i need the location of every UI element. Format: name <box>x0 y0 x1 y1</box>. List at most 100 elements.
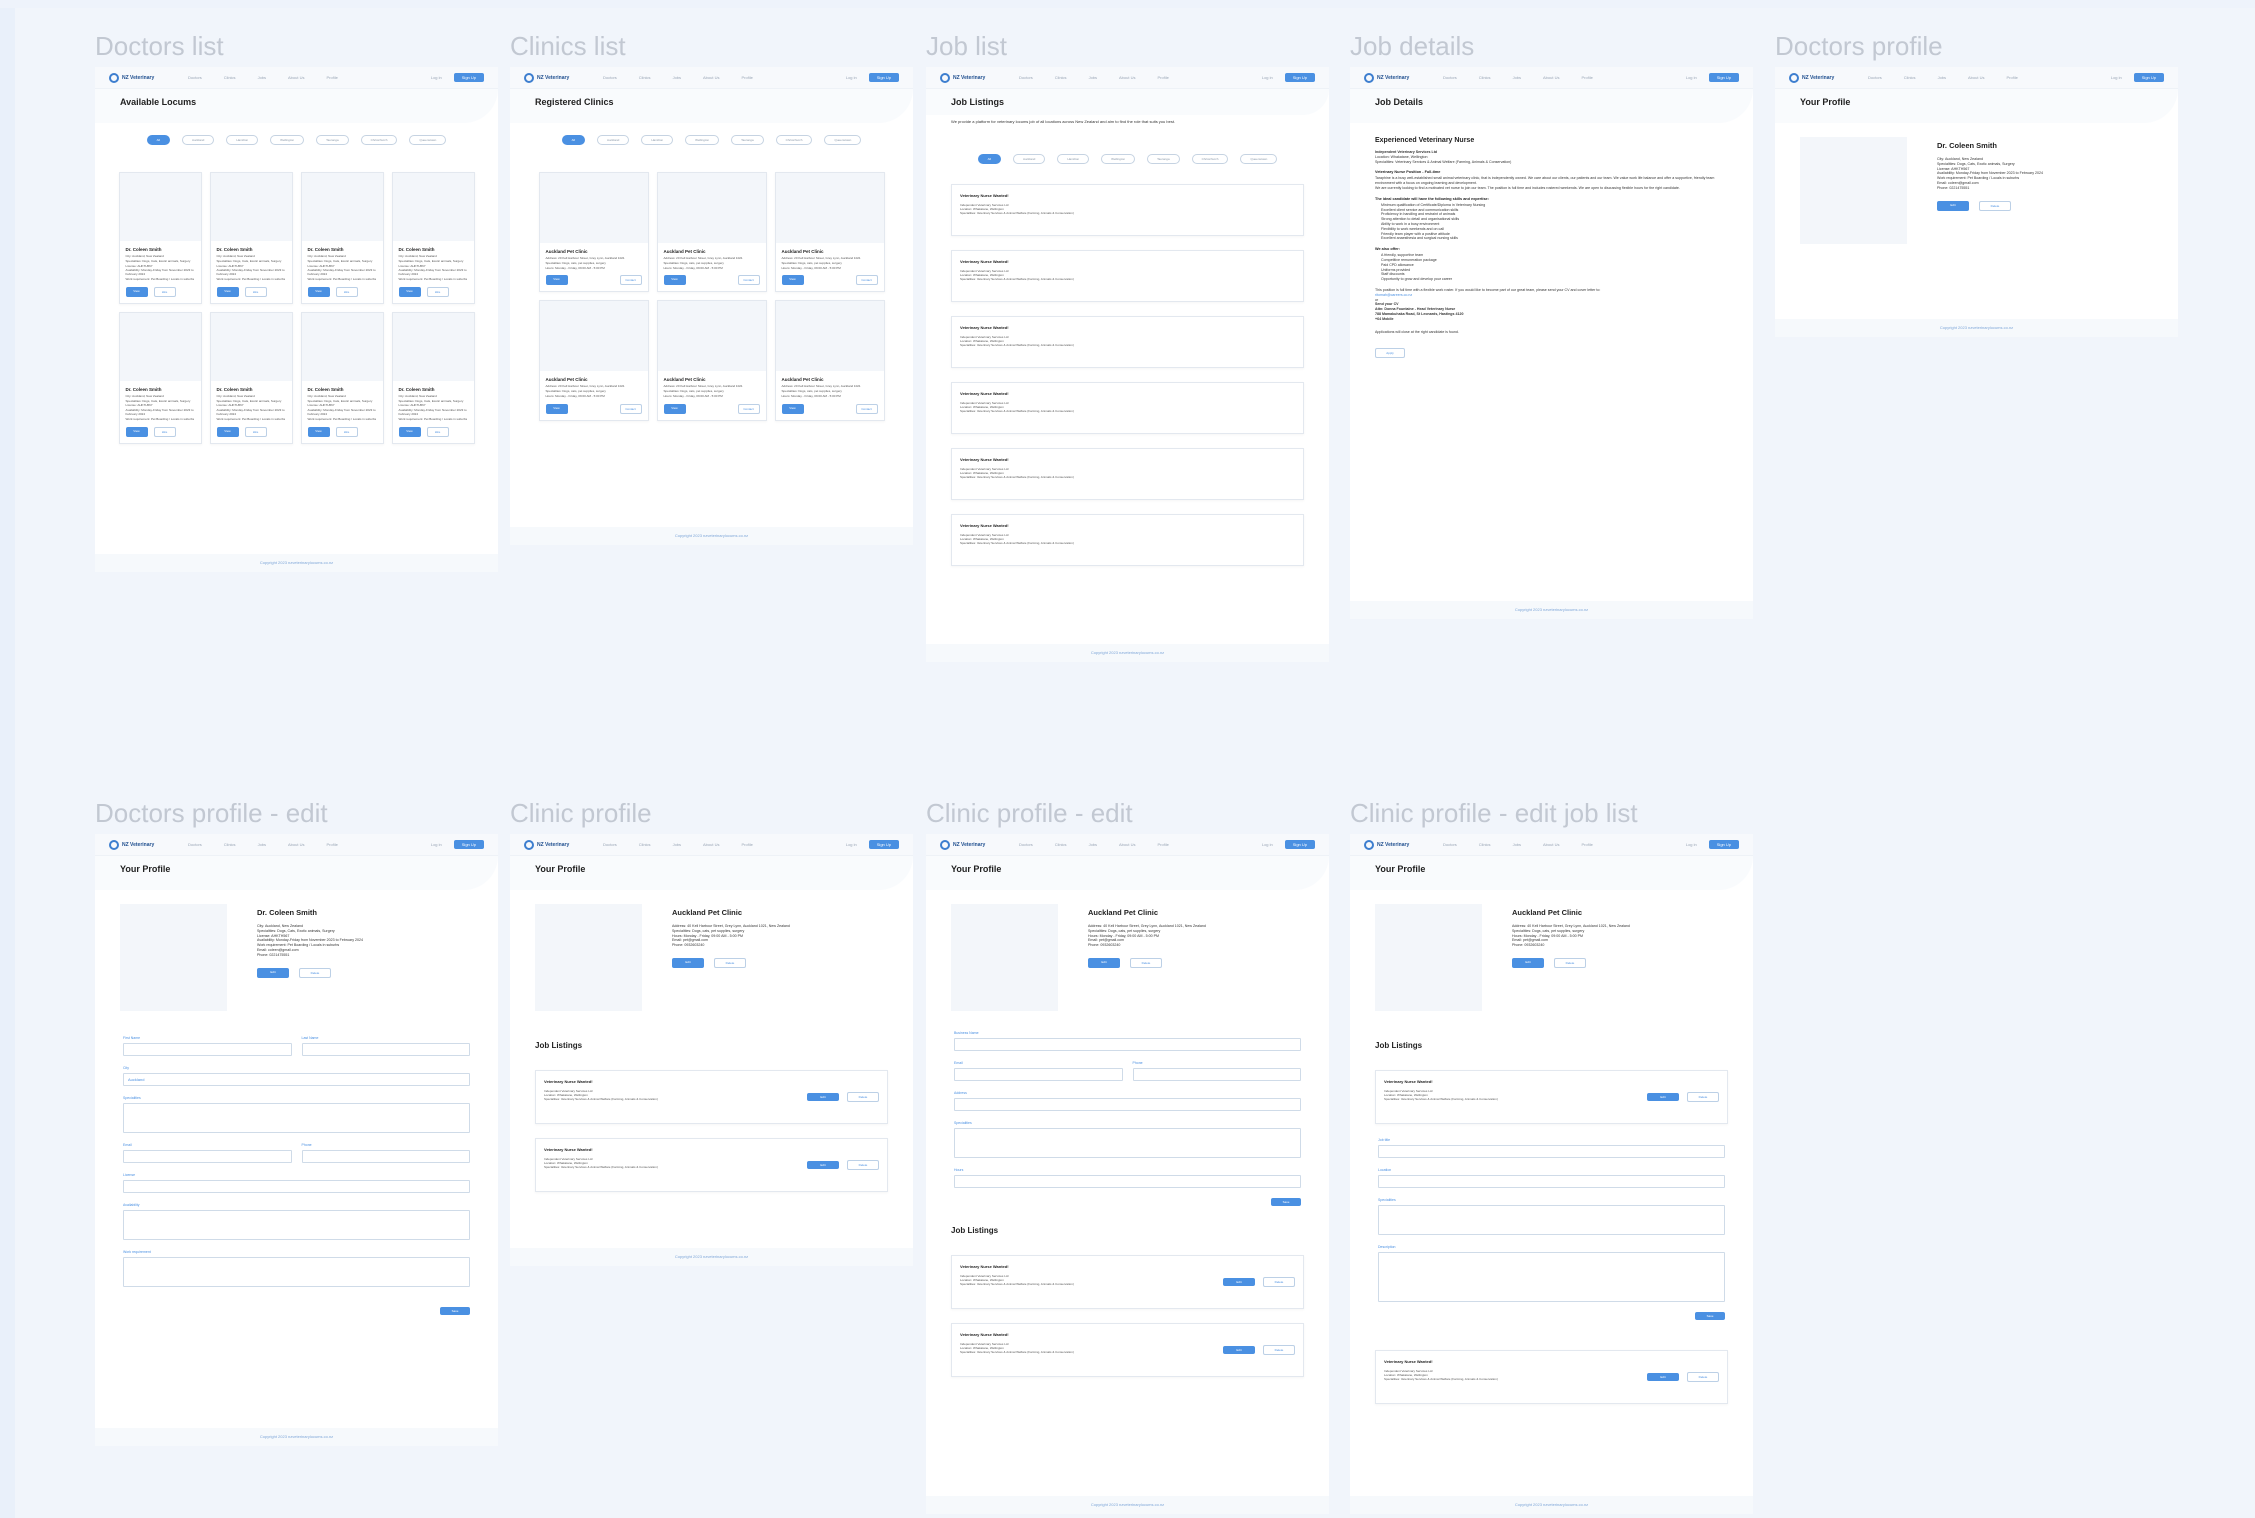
contact-button[interactable]: Contact <box>855 403 878 414</box>
signup-button[interactable]: Sign Up <box>1708 73 1739 82</box>
nav-link[interactable]: Clinics <box>1479 842 1491 847</box>
job-card[interactable]: Veterinary Nurse Wanted! Independent Vete… <box>951 514 1304 566</box>
contact-button[interactable]: Contact <box>737 403 760 414</box>
nav-link[interactable]: Doctors <box>1019 842 1033 847</box>
email-input[interactable] <box>954 1068 1123 1081</box>
delete-button[interactable]: Delete <box>714 957 746 968</box>
city-input[interactable]: Auckland <box>123 1073 470 1086</box>
hire-button[interactable]: Hire <box>153 286 176 297</box>
nav-link[interactable]: Clinics <box>1055 75 1067 80</box>
filter-chip[interactable]: Tauranga <box>316 135 349 145</box>
nav-link[interactable]: Jobs <box>1089 75 1097 80</box>
view-button[interactable]: View <box>216 286 239 297</box>
specialities-input[interactable] <box>954 1128 1301 1158</box>
job-edit-button[interactable]: Edit <box>1647 1373 1679 1381</box>
nav-link[interactable]: Jobs <box>673 842 681 847</box>
nav-link[interactable]: About Us <box>703 842 719 847</box>
nav-link[interactable]: About Us <box>1119 842 1135 847</box>
login-button[interactable]: Log in <box>1678 840 1705 849</box>
hire-button[interactable]: Hire <box>426 426 449 437</box>
availability-input[interactable] <box>123 1210 470 1240</box>
edit-button[interactable]: Edit <box>1512 957 1544 968</box>
nav-link[interactable]: Clinics <box>1479 75 1491 80</box>
nav-link[interactable]: Doctors <box>1868 75 1882 80</box>
nav-link[interactable]: Clinics <box>224 842 236 847</box>
edit-button[interactable]: Edit <box>257 967 289 978</box>
nav-link[interactable]: Jobs <box>673 75 681 80</box>
phone-input[interactable] <box>301 1150 470 1163</box>
filter-chip[interactable]: Hamilton <box>226 135 259 145</box>
filter-chip[interactable]: Queenstown <box>824 135 862 145</box>
login-button[interactable]: Log in <box>838 840 865 849</box>
view-button[interactable]: View <box>781 403 804 414</box>
delete-button[interactable]: Delete <box>1554 957 1586 968</box>
filter-chip[interactable]: Auckland <box>596 135 630 145</box>
logo[interactable]: NZ Veterinary <box>1364 839 1430 850</box>
save-button[interactable]: Save <box>1271 1198 1301 1206</box>
phone-input[interactable] <box>1132 1068 1301 1081</box>
nav-link[interactable]: About Us <box>1543 75 1559 80</box>
logo[interactable]: NZ Veterinary <box>940 72 1006 83</box>
job-card[interactable]: Veterinary Nurse Wanted! Independent Vete… <box>951 250 1304 302</box>
login-button[interactable]: Log in <box>1254 73 1281 82</box>
login-button[interactable]: Log in <box>423 840 450 849</box>
job-edit-button[interactable]: Edit <box>807 1161 839 1169</box>
nav-link[interactable]: About Us <box>703 75 719 80</box>
signup-button[interactable]: Sign Up <box>1284 73 1315 82</box>
nav-link[interactable]: Jobs <box>1089 842 1097 847</box>
nav-link[interactable]: Doctors <box>603 75 617 80</box>
job-delete-button[interactable]: Delete <box>847 1092 879 1102</box>
filter-chip[interactable]: Christchurch <box>1191 154 1229 164</box>
filter-chip[interactable]: Wellington <box>685 135 720 145</box>
nav-link[interactable]: Doctors <box>1443 75 1457 80</box>
signup-button[interactable]: Sign Up <box>453 73 484 82</box>
first-name-input[interactable] <box>123 1043 292 1056</box>
nav-link[interactable]: Jobs <box>1513 75 1521 80</box>
view-button[interactable]: View <box>398 426 421 437</box>
login-button[interactable]: Log in <box>2103 73 2130 82</box>
nav-link[interactable]: About Us <box>1543 842 1559 847</box>
view-button[interactable]: View <box>125 426 148 437</box>
view-button[interactable]: View <box>216 426 239 437</box>
logo[interactable]: NZ Veterinary <box>1789 72 1855 83</box>
logo[interactable]: NZ Veterinary <box>524 72 590 83</box>
job-card[interactable]: Veterinary Nurse Wanted! Independent Vete… <box>951 184 1304 236</box>
nav-link[interactable]: About Us <box>288 842 304 847</box>
nav-link[interactable]: Profile <box>1157 75 1168 80</box>
nav-link[interactable]: Profile <box>1581 842 1592 847</box>
job-edit-button[interactable]: Edit <box>1223 1278 1255 1286</box>
filter-chip[interactable]: Tauranga <box>731 135 764 145</box>
nav-link[interactable]: Profile <box>326 842 337 847</box>
signup-button[interactable]: Sign Up <box>1284 840 1315 849</box>
nav-link[interactable]: Jobs <box>258 75 266 80</box>
delete-button[interactable]: Delete <box>299 967 331 978</box>
filter-chip[interactable]: All <box>561 135 585 145</box>
nav-link[interactable]: Profile <box>1581 75 1592 80</box>
edit-button[interactable]: Edit <box>1088 957 1120 968</box>
nav-link[interactable]: Doctors <box>188 842 202 847</box>
nav-link[interactable]: Profile <box>741 75 752 80</box>
filter-chip[interactable]: Wellington <box>1101 154 1136 164</box>
specialities-input[interactable] <box>123 1103 470 1133</box>
nav-link[interactable]: Profile <box>2006 75 2017 80</box>
nav-link[interactable]: Profile <box>1157 842 1168 847</box>
filter-chip[interactable]: Auckland <box>181 135 215 145</box>
job-title-input[interactable] <box>1378 1145 1725 1158</box>
nav-link[interactable]: About Us <box>1119 75 1135 80</box>
nav-link[interactable]: Doctors <box>1443 842 1457 847</box>
view-button[interactable]: View <box>307 426 330 437</box>
view-button[interactable]: View <box>663 275 686 286</box>
nav-link[interactable]: Clinics <box>224 75 236 80</box>
signup-button[interactable]: Sign Up <box>1708 840 1739 849</box>
logo[interactable]: NZ Veterinary <box>524 839 590 850</box>
view-button[interactable]: View <box>545 403 568 414</box>
email-input[interactable] <box>123 1150 292 1163</box>
filter-chip[interactable]: Wellington <box>270 135 305 145</box>
job-delete-button[interactable]: Delete <box>1687 1092 1719 1102</box>
logo[interactable]: NZ Veterinary <box>940 839 1006 850</box>
nav-link[interactable]: Doctors <box>188 75 202 80</box>
login-button[interactable]: Log in <box>1678 73 1705 82</box>
job-delete-button[interactable]: Delete <box>1687 1372 1719 1382</box>
hire-button[interactable]: Hire <box>426 286 449 297</box>
view-button[interactable]: View <box>545 275 568 286</box>
